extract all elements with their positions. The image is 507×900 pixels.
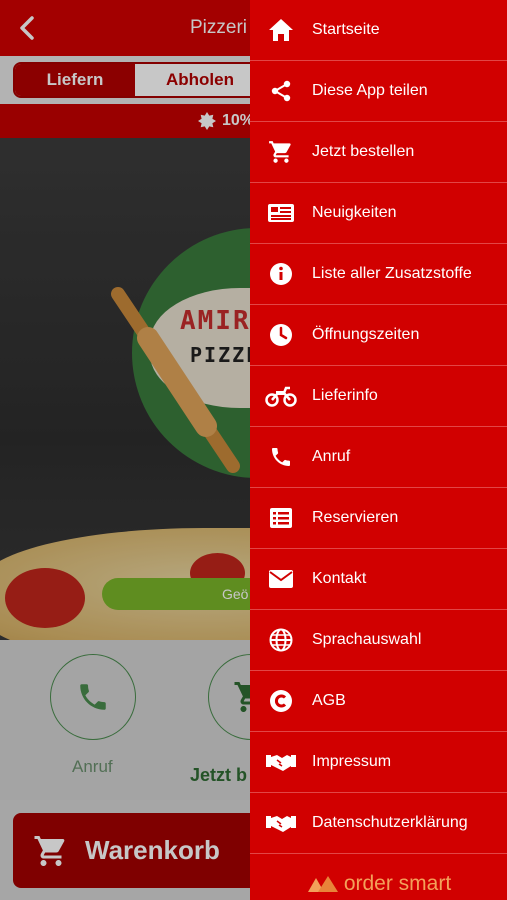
menu-item-delivery-info[interactable]: Lieferinfo xyxy=(250,366,507,427)
order-smart-logo-icon xyxy=(307,876,338,892)
menu-item-label: Neuigkeiten xyxy=(312,204,397,221)
share-icon xyxy=(271,80,291,102)
home-icon xyxy=(269,19,293,41)
menu-item-terms[interactable]: AGB xyxy=(250,671,507,732)
menu-item-news[interactable]: Neuigkeiten xyxy=(250,183,507,244)
menu-item-label: Kontakt xyxy=(312,570,367,587)
menu-item-label: Diese App teilen xyxy=(312,82,428,99)
handshake-icon xyxy=(266,816,296,832)
info-icon xyxy=(270,263,292,285)
menu-item-label: Sprachauswahl xyxy=(312,631,422,648)
globe-icon xyxy=(269,628,293,652)
menu-item-label: AGB xyxy=(312,692,346,709)
menu-item-startseite[interactable]: Startseite xyxy=(250,0,507,61)
motorbike-icon xyxy=(265,386,297,407)
menu-item-label: Impressum xyxy=(312,753,392,770)
menu-item-privacy[interactable]: Datenschutzerklärung xyxy=(250,793,507,854)
handshake-icon xyxy=(266,755,296,771)
mail-icon xyxy=(269,570,293,588)
menu-item-order-now[interactable]: Jetzt bestellen xyxy=(250,122,507,183)
news-icon xyxy=(268,204,294,222)
menu-item-label: Reservieren xyxy=(312,509,399,526)
order-smart-brand[interactable]: order smart xyxy=(250,868,507,900)
cart-icon xyxy=(269,141,291,163)
clock-icon xyxy=(270,324,292,346)
menu-item-language[interactable]: Sprachauswahl xyxy=(250,610,507,671)
menu-item-label: Startseite xyxy=(312,21,380,38)
navigation-drawer: Startseite Diese App teilen Jetzt bestel… xyxy=(250,0,507,900)
brand-text: order smart xyxy=(343,872,452,895)
menu-item-opening-hours[interactable]: Öffnungszeiten xyxy=(250,305,507,366)
menu-item-imprint[interactable]: Impressum xyxy=(250,732,507,793)
menu-item-label: Anruf xyxy=(312,448,351,465)
menu-item-label: Öffnungszeiten xyxy=(312,326,420,343)
menu-item-additives[interactable]: Liste aller Zusatzstoffe xyxy=(250,244,507,305)
phone-icon xyxy=(272,448,290,466)
copyright-icon xyxy=(270,690,292,712)
menu-item-label: Liste aller Zusatzstoffe xyxy=(312,265,472,282)
menu-item-call[interactable]: Anruf xyxy=(250,427,507,488)
menu-item-share-app[interactable]: Diese App teilen xyxy=(250,61,507,122)
list-icon xyxy=(270,508,292,528)
menu-item-contact[interactable]: Kontakt xyxy=(250,549,507,610)
menu-item-label: Lieferinfo xyxy=(312,387,378,404)
menu-item-label: Jetzt bestellen xyxy=(312,143,415,160)
menu-item-reserve[interactable]: Reservieren xyxy=(250,488,507,549)
menu-item-label: Datenschutzerklärung xyxy=(312,814,468,831)
